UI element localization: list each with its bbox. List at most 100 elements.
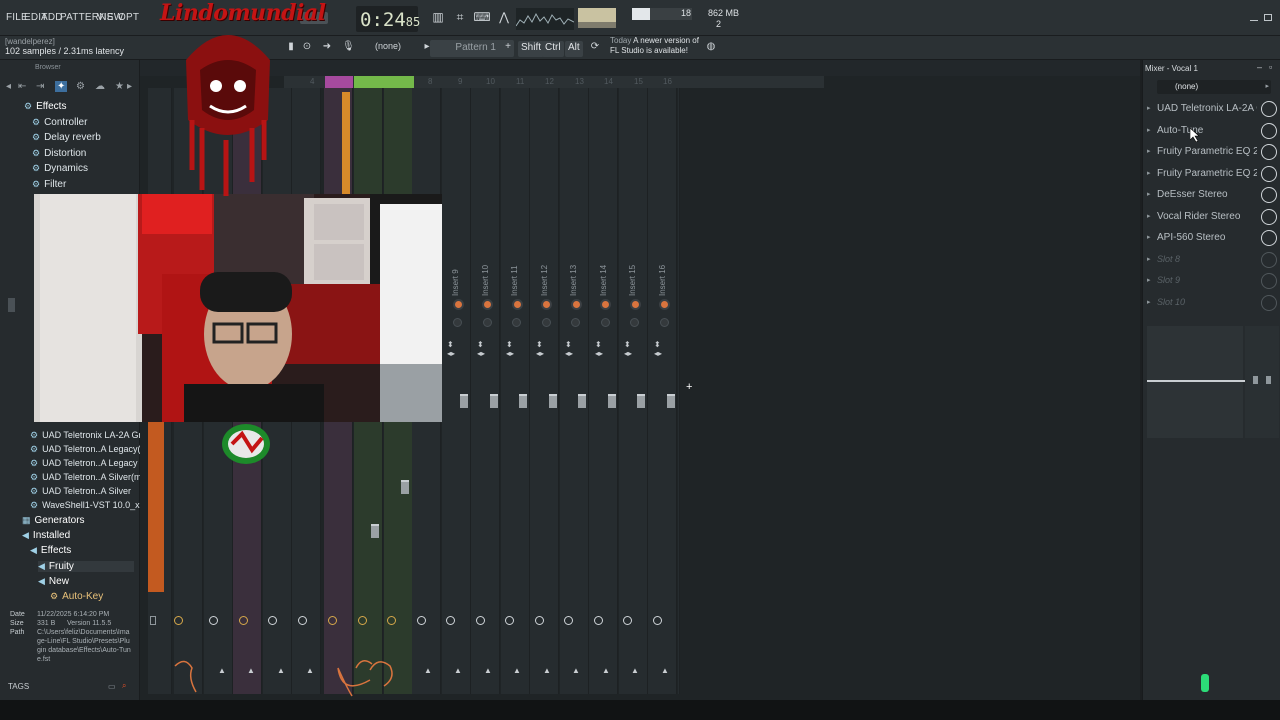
route-arrow-icon[interactable]: ▲: [484, 666, 492, 675]
swap-arrows-icon[interactable]: ⬍ ◂▸: [595, 340, 603, 358]
tree-item-delay-reverb[interactable]: ⚙ Delay reverb: [32, 132, 101, 143]
fx-slot-9[interactable]: ▸ Slot 9: [1147, 272, 1279, 292]
tree-item-distortion[interactable]: ⚙ Distortion: [32, 148, 86, 159]
mixer-strip[interactable]: [648, 88, 677, 694]
tree-effects[interactable]: ⚙ Effects: [24, 101, 66, 112]
maximize-icon[interactable]: [1264, 14, 1272, 21]
menu-options[interactable]: OPTIONS: [118, 12, 140, 23]
route-button[interactable]: [239, 616, 248, 625]
swap-arrows-icon[interactable]: ⬍ ◂▸: [447, 340, 455, 358]
step-edit-icon[interactable]: ⊙: [300, 41, 314, 57]
mixer-strip[interactable]: [589, 88, 618, 694]
volume-fader[interactable]: [401, 480, 409, 494]
route-button[interactable]: [268, 616, 277, 625]
browser-scrollbar[interactable]: [8, 298, 15, 312]
swap-arrows-icon[interactable]: ⬍ ◂▸: [624, 340, 632, 358]
tags-bar[interactable]: TAGS ▭ ⌕: [8, 681, 134, 696]
expand-arrow-icon[interactable]: ▸: [1147, 126, 1151, 134]
stereo-knob[interactable]: [542, 318, 551, 327]
mixer-strip[interactable]: [471, 88, 500, 694]
plugin-filter-icon[interactable]: ✦: [55, 81, 68, 92]
volume-fader[interactable]: [490, 394, 498, 408]
stereo-knob[interactable]: [601, 318, 610, 327]
volume-fader[interactable]: [549, 394, 557, 408]
tree-item-dynamics[interactable]: ⚙ Dynamics: [32, 163, 88, 174]
route-arrow-icon[interactable]: ▲: [602, 666, 610, 675]
route-arrow-icon[interactable]: ▲: [631, 666, 639, 675]
track-eq-graph[interactable]: [1147, 326, 1243, 438]
plugin-item[interactable]: ⚙ UAD Teletron..A Legacy: [30, 458, 137, 469]
preset-selector[interactable]: (none) ▸: [1157, 80, 1271, 94]
stereo-knob[interactable]: [453, 318, 462, 327]
cloud-icon[interactable]: ☁: [95, 81, 105, 92]
microphone-icon[interactable]: 🎙: [342, 41, 355, 57]
volume-fader[interactable]: [460, 394, 468, 408]
route-button[interactable]: [476, 616, 485, 625]
filter-icon[interactable]: ⚙: [76, 81, 85, 92]
shift-button[interactable]: Shift: [518, 41, 545, 57]
tree-auto-key[interactable]: ⚙ Auto-Key: [50, 591, 103, 602]
step-icon[interactable]: ⌗: [450, 10, 470, 26]
news-icon[interactable]: ⟳: [588, 41, 602, 57]
mix-level-knob[interactable]: [1261, 273, 1277, 289]
mix-level-knob[interactable]: [1261, 187, 1277, 203]
expand-arrow-icon[interactable]: ▸: [1147, 190, 1151, 198]
fx-slot-6[interactable]: ▸ Vocal Rider Stereo: [1147, 208, 1279, 228]
mix-level-knob[interactable]: [1261, 166, 1277, 182]
folder-icon[interactable]: ▭: [108, 682, 116, 691]
volume-fader[interactable]: [637, 394, 645, 408]
route-button[interactable]: [328, 616, 337, 625]
route-arrow-icon[interactable]: ▲: [424, 666, 432, 675]
route-button[interactable]: [387, 616, 396, 625]
pan-knob[interactable]: [661, 301, 668, 308]
expand-arrow-icon[interactable]: ▸: [1147, 298, 1151, 306]
fx-slot-7[interactable]: ▸ API-560 Stereo: [1147, 229, 1279, 249]
mixer-strip[interactable]: [530, 88, 559, 694]
expand-arrow-icon[interactable]: ▸: [1147, 255, 1151, 263]
fx-slot-3[interactable]: ▸ Fruity Parametric EQ 2: [1147, 143, 1279, 163]
route-button[interactable]: [358, 616, 367, 625]
volume-fader[interactable]: [519, 394, 527, 408]
pan-knob[interactable]: [514, 301, 521, 308]
plugin-item[interactable]: ⚙ WaveShell1-VST 10.0_x64: [30, 500, 150, 511]
volume-fader[interactable]: [371, 524, 379, 538]
arrow-left-icon[interactable]: ◂: [6, 81, 11, 92]
star-icon[interactable]: ★: [115, 81, 124, 92]
restore-icon[interactable]: ▫: [1269, 62, 1272, 72]
arrow-right-icon[interactable]: ➜: [320, 41, 334, 57]
pan-knob[interactable]: [484, 301, 491, 308]
tree-installed[interactable]: ◀ Installed: [22, 530, 70, 541]
mix-level-knob[interactable]: [1261, 123, 1277, 139]
fx-slot-10[interactable]: ▸ Slot 10: [1147, 294, 1279, 314]
pattern-selector[interactable]: Pattern 1: [430, 40, 514, 57]
volume-fader[interactable]: [608, 394, 616, 408]
route-indicator[interactable]: [150, 616, 156, 625]
plugin-item[interactable]: ⚙ UAD Teletron..A Legacy(m): [30, 444, 151, 455]
back-icon[interactable]: ⇤: [18, 81, 26, 92]
route-button[interactable]: [653, 616, 662, 625]
pan-knob[interactable]: [543, 301, 550, 308]
stereo-knob[interactable]: [660, 318, 669, 327]
swap-arrows-icon[interactable]: ⬍ ◂▸: [477, 340, 485, 358]
tree-installed-effects[interactable]: ◀ Effects: [30, 545, 71, 556]
mixer-strip[interactable]: [619, 88, 648, 694]
fx-slot-5[interactable]: ▸ DeEsser Stereo: [1147, 186, 1279, 206]
expand-icon[interactable]: ▸: [127, 81, 132, 92]
pan-knob[interactable]: [455, 301, 462, 308]
route-button[interactable]: [594, 616, 603, 625]
song-time-display[interactable]: 0:2485: [356, 6, 420, 32]
plugin-item[interactable]: ⚙ UAD Teletronix LA-2A Gray: [30, 430, 151, 441]
volume-fader[interactable]: [667, 394, 675, 408]
route-button[interactable]: [505, 616, 514, 625]
mix-level-knob[interactable]: [1261, 230, 1277, 246]
stereo-knob[interactable]: [571, 318, 580, 327]
eq-band-faders[interactable]: [1245, 326, 1279, 438]
minimize-icon[interactable]: –: [1257, 62, 1262, 72]
mix-level-knob[interactable]: [1261, 101, 1277, 117]
swap-arrows-icon[interactable]: ⬍ ◂▸: [536, 340, 544, 358]
expand-arrow-icon[interactable]: ▸: [1147, 212, 1151, 220]
plugin-item[interactable]: ⚙ UAD Teletron..A Silver(m): [30, 472, 144, 483]
route-button[interactable]: [623, 616, 632, 625]
stereo-knob[interactable]: [630, 318, 639, 327]
fx-slot-1[interactable]: ▸ UAD Teletronix LA-2A G..: [1147, 100, 1279, 120]
